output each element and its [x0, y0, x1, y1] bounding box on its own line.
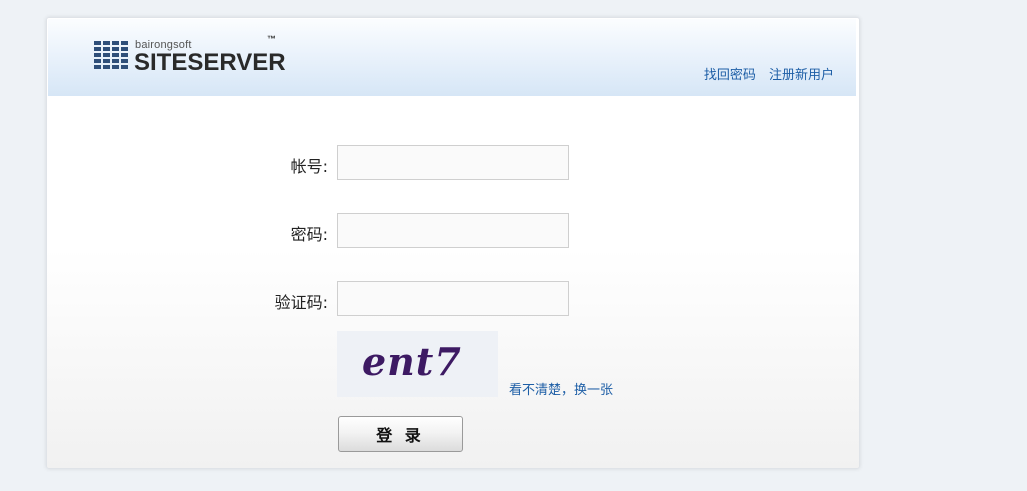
header-links: 找回密码 注册新用户 — [695, 64, 834, 83]
account-row: 帐号: — [47, 145, 859, 183]
captcha-row: 验证码: — [47, 281, 859, 319]
password-row: 密码: — [47, 213, 859, 251]
password-input[interactable] — [337, 213, 569, 248]
captcha-refresh-link[interactable]: 看不清楚，换一张 — [509, 379, 613, 398]
captcha-image-text: ent7 — [362, 339, 462, 384]
captcha-image[interactable]: ent7 — [337, 331, 498, 397]
logo-big-text: SITESERVER — [134, 49, 286, 76]
password-label: 密码: — [290, 225, 328, 244]
account-input[interactable] — [337, 145, 569, 180]
captcha-label: 验证码: — [274, 293, 328, 312]
login-panel: bairongsoft SITESERVER ™ 找回密码 注册新用户 帐号: … — [46, 17, 860, 469]
logo-grid-icon — [94, 41, 130, 71]
forgot-password-link[interactable]: 找回密码 — [704, 68, 756, 83]
login-button[interactable]: 登 录 — [338, 416, 463, 452]
register-link[interactable]: 注册新用户 — [769, 68, 834, 83]
captcha-input[interactable] — [337, 281, 569, 316]
siteserver-logo: bairongsoft SITESERVER ™ — [94, 34, 294, 79]
logo-trademark: ™ — [267, 34, 276, 44]
account-label: 帐号: — [290, 157, 328, 176]
panel-header: bairongsoft SITESERVER ™ 找回密码 注册新用户 — [48, 19, 856, 96]
